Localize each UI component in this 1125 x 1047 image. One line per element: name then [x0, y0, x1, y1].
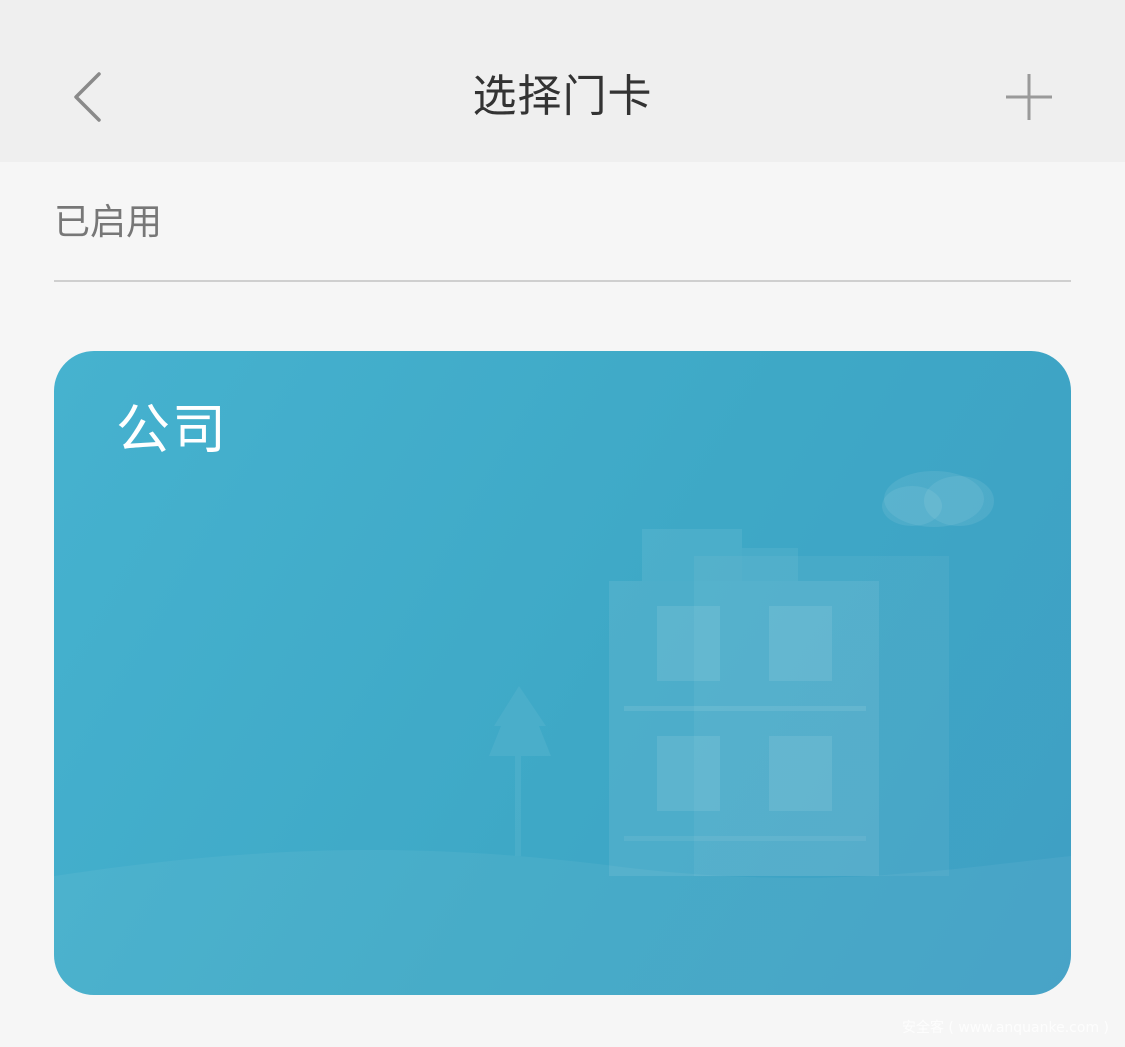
top-nav-bar: 选择门卡 — [0, 0, 1125, 162]
watermark: 安全客 ( www.anquanke.com ) — [901, 1020, 1109, 1036]
door-card[interactable]: 公司 — [54, 351, 1071, 995]
card-name: 公司 — [116, 398, 228, 461]
section-divider — [54, 280, 1071, 282]
plus-icon — [994, 62, 1064, 132]
section-label-enabled: 已启用 — [54, 202, 163, 243]
page-title: 选择门卡 — [472, 71, 653, 122]
add-card-button[interactable] — [994, 62, 1064, 132]
